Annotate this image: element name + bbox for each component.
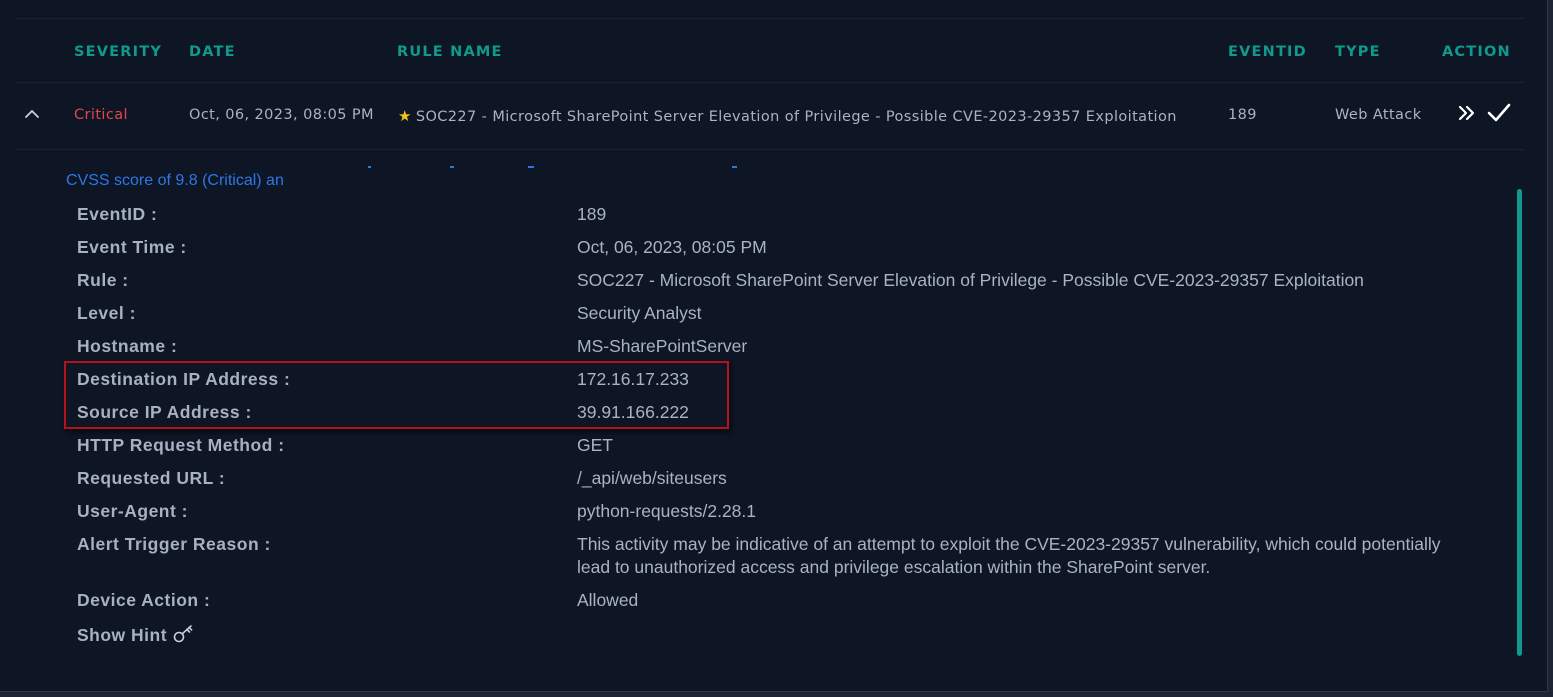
label-event-time: Event Time : [77, 237, 187, 257]
show-hint-label: Show Hint [77, 625, 168, 645]
ip-highlight-box [64, 361, 729, 429]
label-hostname: Hostname : [77, 336, 178, 356]
star-icon[interactable]: ★ [398, 107, 412, 125]
top-divider [16, 18, 1524, 19]
value-event-time: Oct, 06, 2023, 08:05 PM [577, 237, 767, 257]
label-trigger-reason: Alert Trigger Reason : [77, 534, 271, 554]
value-requested-url: /_api/web/siteusers [577, 468, 727, 488]
value-eventid: 189 [577, 204, 607, 224]
value-device-action: Allowed [577, 590, 639, 610]
show-hint-button[interactable]: Show Hint [77, 624, 195, 646]
row-eventid: 189 [1228, 107, 1257, 123]
chevron-up-icon[interactable] [22, 104, 42, 124]
header-rule-name[interactable]: RULE NAME [397, 44, 503, 60]
label-requested-url: Requested URL : [77, 468, 226, 488]
row-rule-name-cell[interactable]: ★ SOC227 - Microsoft SharePoint Server El… [398, 107, 1177, 125]
value-user-agent: python-requests/2.28.1 [577, 501, 757, 521]
label-rule: Rule : [77, 270, 129, 290]
checkmark-icon[interactable] [1486, 102, 1512, 124]
row-type: Web Attack [1335, 107, 1422, 123]
details-scrollbar[interactable] [1517, 189, 1522, 656]
severity-badge: Critical [74, 107, 128, 123]
label-level: Level : [77, 303, 136, 323]
value-rule: SOC227 - Microsoft SharePoint Server Ele… [577, 270, 1364, 290]
alert-panel: SEVERITY DATE RULE NAME EVENTID TYPE ACT… [0, 0, 1548, 692]
label-device-action: Device Action : [77, 590, 211, 610]
row-date: Oct, 06, 2023, 08:05 PM [189, 107, 374, 123]
header-type[interactable]: TYPE [1335, 44, 1381, 60]
label-eventid: EventID : [77, 204, 158, 224]
value-trigger-reason: This activity may be indicative of an at… [577, 534, 1441, 577]
value-level: Security Analyst [577, 303, 702, 323]
row-rule-name: SOC227 - Microsoft SharePoint Server Ele… [415, 109, 1177, 125]
cvss-description-link[interactable]: CVSS score of 9.8 (Critical) an [66, 172, 284, 190]
header-date[interactable]: DATE [189, 44, 236, 60]
header-action: ACTION [1442, 44, 1511, 60]
table-header: SEVERITY DATE RULE NAME EVENTID TYPE ACT… [16, 30, 1524, 83]
header-eventid[interactable]: EVENTID [1228, 44, 1307, 60]
label-http-method: HTTP Request Method : [77, 435, 285, 455]
row-actions [1456, 102, 1512, 124]
header-severity[interactable]: SEVERITY [74, 44, 162, 60]
table-row[interactable]: Critical Oct, 06, 2023, 08:05 PM ★ SOC227… [16, 84, 1524, 150]
label-user-agent: User-Agent : [77, 501, 189, 521]
double-chevron-right-icon[interactable] [1456, 102, 1478, 124]
clipped-text-remnant [300, 166, 760, 168]
value-http-method: GET [577, 435, 613, 455]
value-hostname: MS-SharePointServer [577, 336, 748, 356]
key-icon [173, 625, 193, 643]
